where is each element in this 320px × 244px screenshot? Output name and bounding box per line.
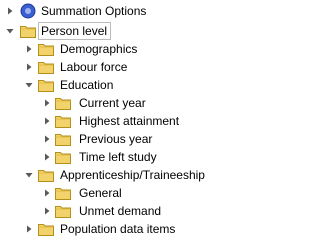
expand-down-icon[interactable] (6, 27, 14, 35)
tree-item-demographics[interactable]: Demographics (0, 39, 210, 59)
tree-item-label: Previous year (79, 132, 153, 146)
tree-item-unmet-demand[interactable]: Unmet demand (0, 201, 210, 221)
expand-down-icon[interactable] (25, 81, 33, 89)
folder-icon (55, 116, 71, 128)
expand-right-icon[interactable] (43, 117, 51, 125)
tree-item-label: Education (60, 78, 114, 92)
info-icon (20, 3, 36, 19)
expand-right-icon[interactable] (43, 135, 51, 143)
expand-right-icon[interactable] (25, 45, 33, 53)
tree-item-apprenticeship-traineeship[interactable]: Apprenticeship/Traineeship (0, 165, 210, 185)
expand-right-icon[interactable] (43, 189, 51, 197)
expand-right-icon[interactable] (25, 63, 33, 71)
expand-right-icon[interactable] (25, 225, 33, 233)
folder-icon (38, 62, 54, 74)
folder-icon (55, 98, 71, 110)
expand-right-icon[interactable] (43, 207, 51, 215)
expand-right-icon[interactable] (43, 153, 51, 161)
folder-icon (55, 188, 71, 200)
folder-icon (55, 152, 71, 164)
options-tree: Summation Options Person level Demograph… (0, 0, 210, 244)
tree-item-label: Highest attainment (79, 114, 180, 128)
folder-icon (38, 80, 54, 92)
folder-icon (55, 206, 71, 218)
tree-item-label: Person level (38, 22, 112, 40)
tree-item-label: General (79, 186, 122, 200)
tree-item-education[interactable]: Education (0, 75, 210, 95)
tree-item-population-data-items[interactable]: Population data items (0, 219, 210, 239)
tree-item-summation-options[interactable]: Summation Options (0, 1, 210, 21)
folder-icon (38, 170, 54, 182)
tree-item-labour-force[interactable]: Labour force (0, 57, 210, 77)
folder-icon (38, 44, 54, 56)
expand-right-icon[interactable] (43, 99, 51, 107)
tree-item-time-left-study[interactable]: Time left study (0, 147, 210, 167)
tree-item-label: Apprenticeship/Traineeship (60, 168, 205, 182)
tree-item-label: Labour force (60, 60, 128, 74)
tree-item-label: Summation Options (41, 4, 147, 18)
expand-down-icon[interactable] (25, 171, 33, 179)
expand-right-icon[interactable] (6, 7, 14, 15)
tree-item-label: Population data items (60, 222, 176, 236)
folder-icon (55, 134, 71, 146)
tree-item-person-level[interactable]: Person level (0, 21, 210, 41)
folder-icon (20, 26, 36, 38)
folder-icon (38, 224, 54, 236)
tree-item-label: Demographics (60, 42, 138, 56)
tree-item-previous-year[interactable]: Previous year (0, 129, 210, 149)
tree-item-label: Time left study (79, 150, 157, 164)
tree-item-label: Unmet demand (79, 204, 162, 218)
tree-item-current-year[interactable]: Current year (0, 93, 210, 113)
tree-item-highest-attainment[interactable]: Highest attainment (0, 111, 210, 131)
tree-item-label: Current year (79, 96, 146, 110)
tree-item-general[interactable]: General (0, 183, 210, 203)
